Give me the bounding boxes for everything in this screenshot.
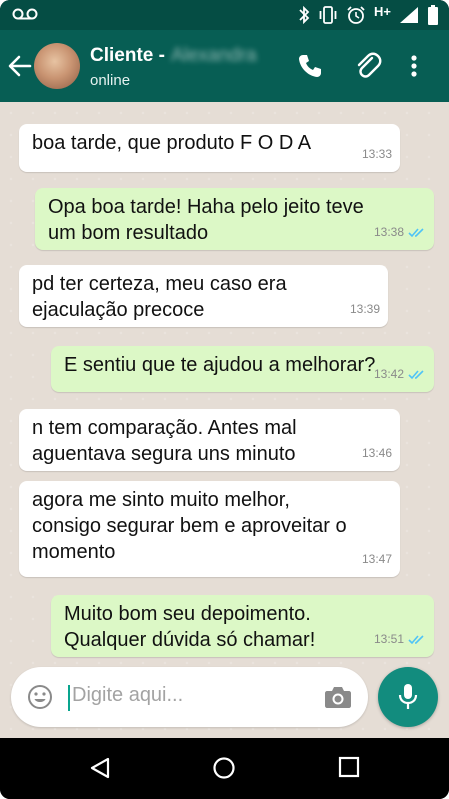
message-text: agora me sinto muito melhor, consigo seg…	[32, 489, 347, 563]
message-time: 13:38	[373, 225, 404, 239]
voicemail-icon	[12, 8, 38, 20]
message-bubble[interactable]: Muito bom seu depoimento. Qualquer dúvid…	[51, 595, 434, 657]
message-list[interactable]: boa tarde, que produto F O D A 13:33 Opa…	[0, 102, 449, 738]
recents-nav-icon[interactable]	[338, 756, 360, 778]
contact-name[interactable]: Cliente - Alexandra	[90, 45, 257, 67]
camera-icon[interactable]	[324, 685, 352, 709]
read-receipt-icon	[408, 634, 424, 644]
contact-status: online	[90, 72, 131, 89]
message-time: 13:33	[361, 147, 392, 161]
alarm-icon	[347, 6, 365, 24]
bluetooth-icon	[299, 6, 310, 24]
message-time: 13:51	[373, 632, 404, 646]
more-vert-icon[interactable]	[408, 52, 420, 80]
contact-name-blurred: Alexandra	[170, 45, 257, 66]
read-receipt-icon	[408, 227, 424, 237]
mic-icon	[398, 684, 418, 709]
message-text: Muito bom seu depoimento. Qualquer dúvid…	[64, 603, 316, 651]
network-type-label: H+	[374, 4, 391, 19]
message-bubble[interactable]: boa tarde, que produto F O D A 13:33	[19, 124, 400, 172]
message-text: n tem comparação. Antes mal aguentava se…	[32, 417, 297, 465]
message-bubble[interactable]: Opa boa tarde! Haha pelo jeito teve um b…	[35, 188, 434, 250]
message-input[interactable]: Digite aqui...	[72, 684, 183, 707]
status-bar: H+	[0, 0, 449, 30]
phone-icon[interactable]	[296, 52, 324, 80]
contact-avatar[interactable]	[34, 43, 80, 89]
text-cursor	[68, 685, 70, 711]
message-bubble[interactable]: agora me sinto muito melhor, consigo seg…	[19, 481, 400, 577]
back-arrow-icon[interactable]	[6, 52, 34, 80]
message-text: E sentiu que te ajudou a melhorar?	[64, 354, 376, 376]
system-nav-bar	[0, 738, 449, 799]
paperclip-icon[interactable]	[354, 52, 382, 80]
read-receipt-icon	[408, 369, 424, 379]
battery-icon	[428, 5, 438, 25]
message-bubble[interactable]: pd ter certeza, meu caso era ejaculação …	[19, 265, 388, 327]
mic-button[interactable]	[378, 667, 438, 727]
message-text: boa tarde, que produto F O D A	[32, 132, 312, 154]
vibrate-icon	[319, 6, 337, 24]
message-text: Opa boa tarde! Haha pelo jeito teve um b…	[48, 196, 364, 244]
chat-header: Cliente - Alexandra online	[0, 30, 449, 102]
phone-screen: H+ Cliente - Alexandra online boa tarde,…	[0, 0, 449, 799]
message-bubble[interactable]: n tem comparação. Antes mal aguentava se…	[19, 409, 400, 471]
message-bubble[interactable]: E sentiu que te ajudou a melhorar? 13:42	[51, 346, 434, 392]
message-composer[interactable]: Digite aqui...	[11, 667, 368, 727]
emoji-icon[interactable]	[27, 684, 53, 710]
back-nav-icon[interactable]	[88, 756, 112, 780]
contact-name-label: Cliente -	[90, 45, 165, 66]
signal-icon	[400, 7, 418, 23]
message-time: 13:47	[361, 552, 392, 566]
message-time: 13:42	[373, 367, 404, 381]
home-nav-icon[interactable]	[212, 756, 236, 780]
message-text: pd ter certeza, meu caso era ejaculação …	[32, 273, 287, 321]
message-time: 13:46	[361, 446, 392, 460]
message-time: 13:39	[349, 302, 380, 316]
